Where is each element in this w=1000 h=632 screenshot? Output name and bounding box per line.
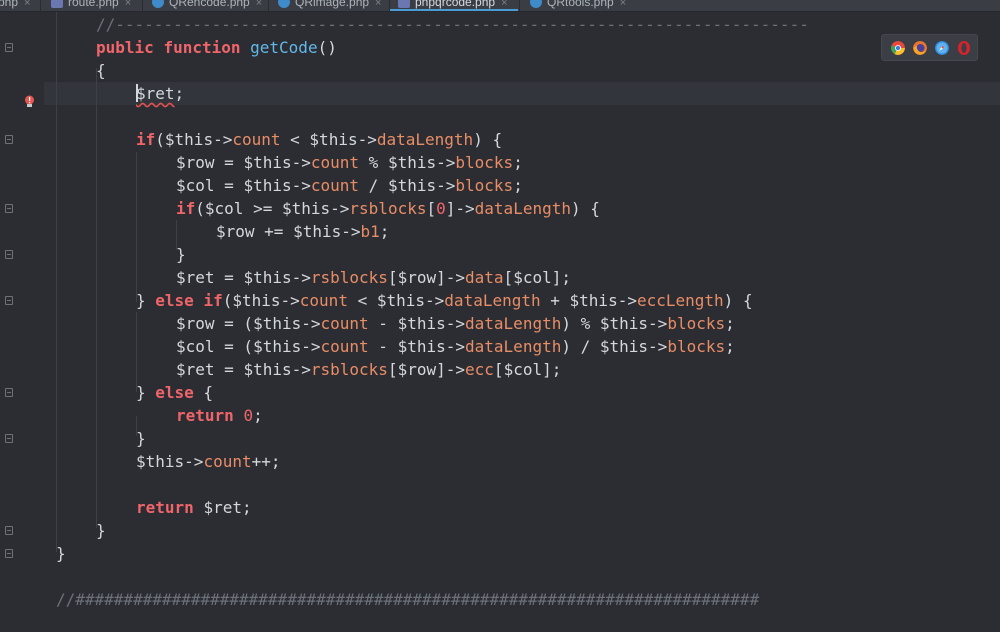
tab-close-icon[interactable]: ×	[375, 0, 381, 9]
code-line: $this->count++;	[136, 452, 281, 471]
browser-preview-toolbar	[881, 34, 978, 61]
tab-label: QRencode.php	[169, 0, 250, 9]
fold-marker-icon[interactable]	[5, 296, 13, 305]
fold-marker-icon[interactable]	[5, 434, 13, 443]
code-line: }	[96, 521, 106, 540]
code-line: return 0;	[176, 406, 263, 425]
code-line: if($this->count < $this->dataLength) {	[136, 130, 503, 149]
indent-guide	[96, 68, 97, 528]
fold-marker-icon[interactable]	[5, 135, 13, 144]
indent-guide	[56, 12, 57, 552]
code-line: //######################################…	[56, 588, 759, 611]
editor-gutter	[0, 12, 44, 632]
tab-label: phpqrcode.php	[415, 0, 496, 9]
code-line: }	[136, 429, 146, 448]
keyword: function	[163, 38, 241, 57]
keyword: public	[96, 38, 154, 57]
code-line: }	[56, 544, 66, 563]
tab-close-icon[interactable]: ×	[501, 0, 507, 9]
tab-close-icon[interactable]: ×	[24, 0, 30, 9]
current-line-highlight	[44, 82, 1000, 105]
code-line: }	[176, 245, 186, 264]
tab-close-icon[interactable]: ×	[125, 0, 131, 9]
indent-guide	[136, 312, 137, 392]
code-line: $row = ($this->count - $this->dataLength…	[176, 314, 735, 333]
editor-tab-bar: php × route.php × QRencode.php × QRimage.ph…	[0, 0, 1000, 12]
code-line: {	[96, 61, 106, 80]
lightbulb-warning-icon[interactable]	[24, 95, 35, 109]
code-line: $ret = $this->rsblocks[$row]->data[$col]…	[176, 268, 571, 287]
fold-marker-icon[interactable]	[5, 250, 13, 259]
php-class-icon	[152, 0, 164, 8]
tab-label: QRimage.php	[295, 0, 370, 9]
fold-marker-icon[interactable]	[5, 388, 13, 397]
variable: $ret	[136, 84, 175, 103]
code-line: if($col >= $this->rsblocks[0]->dataLengt…	[176, 199, 600, 218]
tab-qrencode[interactable]: QRencode.php ×	[152, 0, 262, 11]
code-line: public function getCode()	[96, 38, 337, 57]
code-line-current: $ret;	[136, 84, 185, 103]
tab-close-icon[interactable]: ×	[620, 0, 626, 9]
php-class-icon	[278, 0, 290, 8]
tab-label: php	[0, 0, 19, 9]
code-line: $row = $this->count % $this->blocks;	[176, 153, 523, 172]
fold-marker-icon[interactable]	[5, 204, 13, 213]
code-line: $row += $this->b1;	[216, 222, 390, 241]
fold-marker-icon[interactable]	[5, 43, 13, 52]
comment: //--------------------------------------…	[96, 15, 809, 34]
comment: //######################################…	[56, 590, 760, 609]
fold-marker-icon[interactable]	[5, 526, 13, 535]
code-line: //--------------------------------------…	[96, 13, 809, 36]
tab-route[interactable]: route.php ×	[51, 0, 131, 11]
tab-close-icon[interactable]: ×	[256, 0, 262, 9]
code-line: $ret = $this->rsblocks[$row]->ecc[$col];	[176, 360, 562, 379]
firefox-icon[interactable]	[913, 41, 927, 55]
code-line: } else {	[136, 383, 214, 402]
tab-label: route.php	[68, 0, 119, 9]
function-name: getCode	[250, 38, 318, 57]
safari-icon[interactable]	[935, 41, 949, 55]
code-line: return $ret;	[136, 498, 252, 517]
tab-label: QRtools.php	[547, 0, 614, 9]
chrome-icon[interactable]	[891, 41, 905, 55]
code-line: $col = $this->count / $this->blocks;	[176, 176, 523, 195]
opera-icon[interactable]	[957, 41, 971, 55]
php-class-icon	[530, 0, 542, 8]
php-file-icon	[398, 0, 410, 8]
code-line: } else if($this->count < $this->dataLeng…	[136, 291, 753, 310]
code-line: $col = ($this->count - $this->dataLength…	[176, 337, 735, 356]
indent-guide	[136, 152, 137, 302]
fold-marker-icon[interactable]	[5, 549, 13, 558]
active-tab-indicator	[390, 9, 518, 11]
code-editor[interactable]: //--------------------------------------…	[44, 12, 1000, 632]
tab-qrtools[interactable]: QRtools.php ×	[530, 0, 626, 11]
php-file-icon	[51, 0, 63, 8]
tab-php[interactable]: php ×	[0, 0, 30, 11]
tab-qrimage[interactable]: QRimage.php ×	[278, 0, 381, 11]
